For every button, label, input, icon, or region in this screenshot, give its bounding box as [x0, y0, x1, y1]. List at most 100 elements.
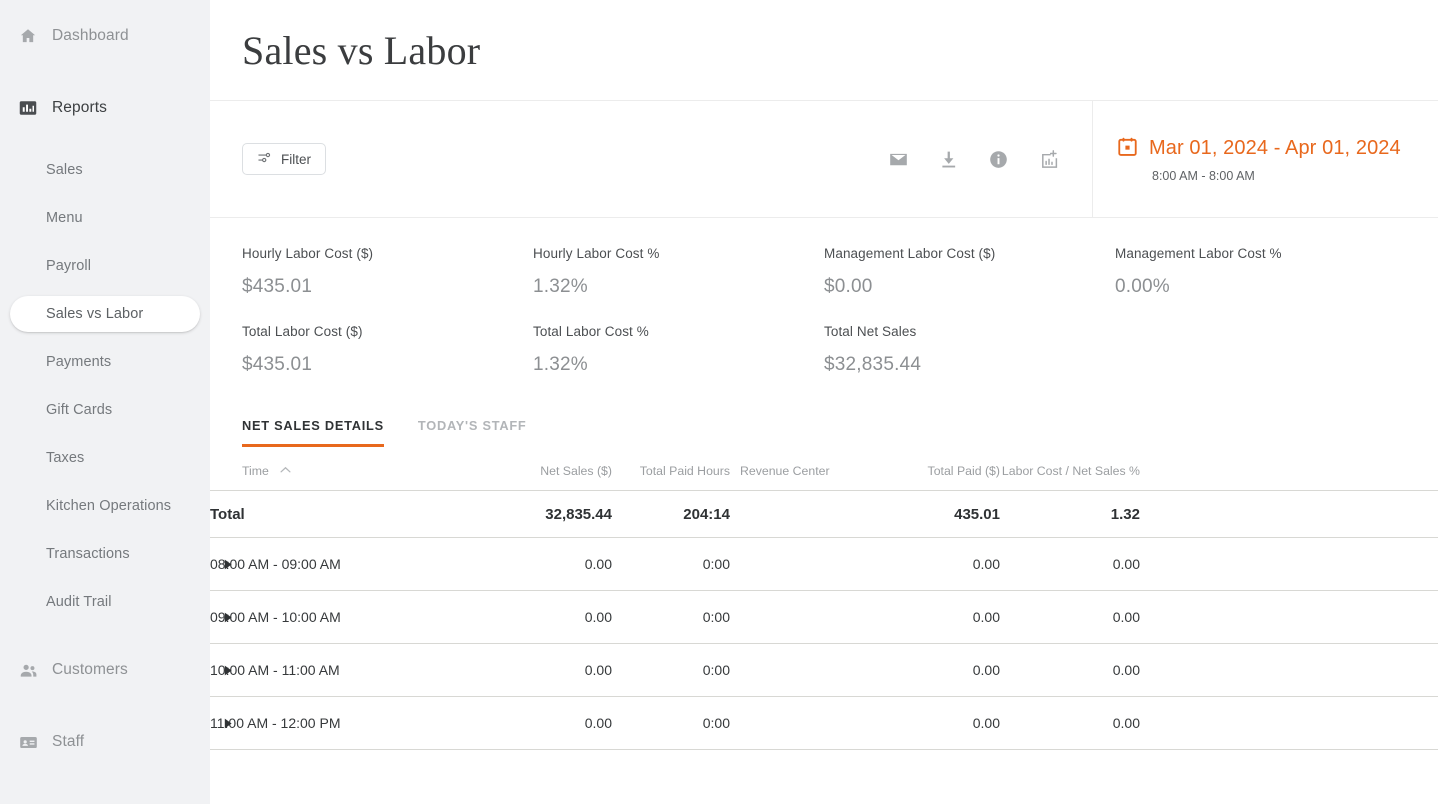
sidebar-item-reports-label: Reports	[52, 99, 107, 116]
cell-net-sales: 0.00	[472, 537, 612, 591]
sidebar-item-transactions[interactable]: Transactions	[10, 536, 200, 572]
sidebar-subitem-label: Transactions	[46, 546, 130, 562]
tab-label: TODAY'S STAFF	[417, 418, 527, 433]
sidebar-item-payments[interactable]: Payments	[10, 344, 200, 380]
column-header-net-sales[interactable]: Net Sales ($)	[472, 463, 612, 491]
sidebar-item-staff[interactable]: Staff	[0, 726, 210, 758]
filter-icon	[257, 150, 272, 168]
kpi-card: Total Net Sales $32,835.44	[824, 324, 1115, 376]
tab-today-s-staff[interactable]: TODAY'S STAFF	[418, 418, 527, 447]
sidebar-item-sales-vs-labor[interactable]: Sales vs Labor	[10, 296, 200, 332]
cell-total-paid-hours: 0:00	[612, 537, 730, 591]
cell-revenue-center	[730, 643, 860, 697]
page-title: Sales vs Labor	[242, 27, 481, 73]
column-header-time[interactable]: Time	[210, 463, 472, 491]
add-chart-icon[interactable]	[1036, 147, 1060, 171]
cell-time: Total	[210, 490, 472, 538]
sidebar-subitem-label: Sales	[46, 162, 83, 178]
column-header-total-paid-hours[interactable]: Total Paid Hours	[612, 463, 730, 491]
table-row[interactable]: 08:00 AM - 09:00 AM 0.00 0:00 0.00 0.00	[210, 537, 1438, 591]
cell-total-paid: 435.01	[860, 490, 1000, 538]
sidebar-item-menu[interactable]: Menu Preview	[0, 798, 210, 804]
sidebar-item-payroll[interactable]: Payroll	[10, 248, 200, 284]
report-table-wrap: Time Net Sales ($) Total Paid Hours Reve…	[210, 463, 1438, 750]
cell-labor-cost-pct: 0.00	[1000, 643, 1140, 697]
column-header-total-paid[interactable]: Total Paid ($)	[860, 463, 1000, 491]
email-icon[interactable]	[886, 147, 910, 171]
sidebar: Dashboard Reports Sales Menu Payroll Sales …	[0, 0, 210, 804]
column-header-revenue-center[interactable]: Revenue Center	[730, 463, 860, 491]
kpi-value: 1.32%	[533, 276, 588, 297]
sidebar-item-reports[interactable]: Reports	[0, 92, 210, 124]
date-range-picker[interactable]: Mar 01, 2024 - Apr 01, 2024 8:00 AM - 8:…	[1093, 101, 1438, 217]
kpi-value: 0.00%	[1115, 276, 1170, 297]
cell-labor-cost-pct: 1.32	[1000, 490, 1140, 538]
cell-net-sales: 32,835.44	[472, 490, 612, 538]
cell-time: 10:00 AM - 11:00 AM	[210, 643, 472, 697]
sidebar-item-staff-label: Staff	[52, 733, 85, 750]
kpi-row-2: Total Labor Cost ($) $435.01 Total Labor C…	[242, 324, 1406, 376]
sidebar-item-dashboard-label: Dashboard	[52, 27, 129, 44]
cell-revenue-center	[730, 696, 860, 750]
row-expand-icon[interactable]	[222, 717, 234, 729]
page-header: Sales vs Labor	[210, 0, 1438, 101]
row-expand-icon[interactable]	[222, 558, 234, 570]
row-expand-icon[interactable]	[222, 611, 234, 623]
kpi-value: $0.00	[824, 276, 873, 297]
tab-label: NET SALES DETAILS	[242, 418, 384, 433]
sidebar-item-customers[interactable]: Customers	[0, 654, 210, 686]
tab-bar: NET SALES DETAILS TODAY'S STAFF	[210, 418, 1438, 447]
table-row[interactable]: 09:00 AM - 10:00 AM 0.00 0:00 0.00 0.00	[210, 590, 1438, 644]
sidebar-subitem-label: Sales vs Labor	[46, 306, 144, 322]
kpi-card: Management Labor Cost % 0.00%	[1115, 246, 1406, 298]
sidebar-item-menu[interactable]: Menu	[10, 200, 200, 236]
kpi-value: $435.01	[242, 354, 313, 375]
toolbar-icon-group	[886, 147, 1060, 171]
cell-total-paid-hours: 204:14	[612, 490, 730, 538]
cell-revenue-center	[730, 537, 860, 591]
sidebar-item-dashboard[interactable]: Dashboard	[0, 20, 210, 52]
cell-labor-cost-pct: 0.00	[1000, 537, 1140, 591]
sidebar-subitem-label: Gift Cards	[46, 402, 113, 418]
sidebar-subitem-label: Menu	[46, 210, 83, 226]
kpi-card: Total Labor Cost % 1.32%	[533, 324, 824, 376]
kpi-card: Hourly Labor Cost ($) $435.01	[242, 246, 533, 298]
cell-total-paid: 0.00	[860, 643, 1000, 697]
kpi-value: $32,835.44	[824, 354, 922, 375]
sidebar-item-sales[interactable]: Sales	[10, 152, 200, 188]
table-total-row: Total 32,835.44 204:14 435.01 1.32	[210, 490, 1438, 538]
report-toolbar: Filter Mar 01, 2024 - Apr 01, 2024 8:00 …	[210, 101, 1438, 218]
sidebar-item-kitchen-operations[interactable]: Kitchen Operations	[10, 488, 200, 524]
table-row[interactable]: 11:00 AM - 12:00 PM 0.00 0:00 0.00 0.00	[210, 696, 1438, 750]
column-header-labor-cost-pct[interactable]: Labor Cost / Net Sales %	[1000, 463, 1140, 491]
sidebar-item-audit-trail[interactable]: Audit Trail	[10, 584, 200, 620]
kpi-label: Total Labor Cost %	[533, 324, 649, 339]
tab-net-sales-details[interactable]: NET SALES DETAILS	[242, 418, 384, 447]
filter-button-label: Filter	[281, 151, 311, 167]
row-expand-icon[interactable]	[222, 664, 234, 676]
kpi-label: Management Labor Cost ($)	[824, 246, 996, 261]
sidebar-subitem-label: Payroll	[46, 258, 92, 274]
kpi-card: Management Labor Cost ($) $0.00	[824, 246, 1115, 298]
kpi-card: Hourly Labor Cost % 1.32%	[533, 246, 824, 298]
info-icon[interactable]	[986, 147, 1010, 171]
cell-spacer	[1140, 643, 1438, 697]
table-row[interactable]: 10:00 AM - 11:00 AM 0.00 0:00 0.00 0.00	[210, 643, 1438, 697]
toolbar-left: Filter	[210, 101, 1093, 217]
kpi-label: Hourly Labor Cost %	[533, 246, 660, 261]
cell-time: 11:00 AM - 12:00 PM	[210, 696, 472, 750]
cell-revenue-center	[730, 590, 860, 644]
sidebar-item-taxes[interactable]: Taxes	[10, 440, 200, 476]
cell-labor-cost-pct: 0.00	[1000, 696, 1140, 750]
main-content: Sales vs Labor Filter Mar 01, 2024 - Apr…	[210, 0, 1438, 804]
kpi-label: Hourly Labor Cost ($)	[242, 246, 374, 261]
date-range-label: Mar 01, 2024 - Apr 01, 2024	[1149, 137, 1401, 159]
date-range-row: Mar 01, 2024 - Apr 01, 2024	[1117, 136, 1438, 162]
sidebar-subitem-label: Taxes	[46, 450, 85, 466]
sort-asc-icon	[280, 463, 291, 477]
download-icon[interactable]	[936, 147, 960, 171]
cell-net-sales: 0.00	[472, 696, 612, 750]
filter-button[interactable]: Filter	[242, 143, 326, 175]
sidebar-top: Dashboard Reports Sales Menu Payroll Sales …	[0, 0, 210, 804]
sidebar-item-gift-cards[interactable]: Gift Cards	[10, 392, 200, 428]
